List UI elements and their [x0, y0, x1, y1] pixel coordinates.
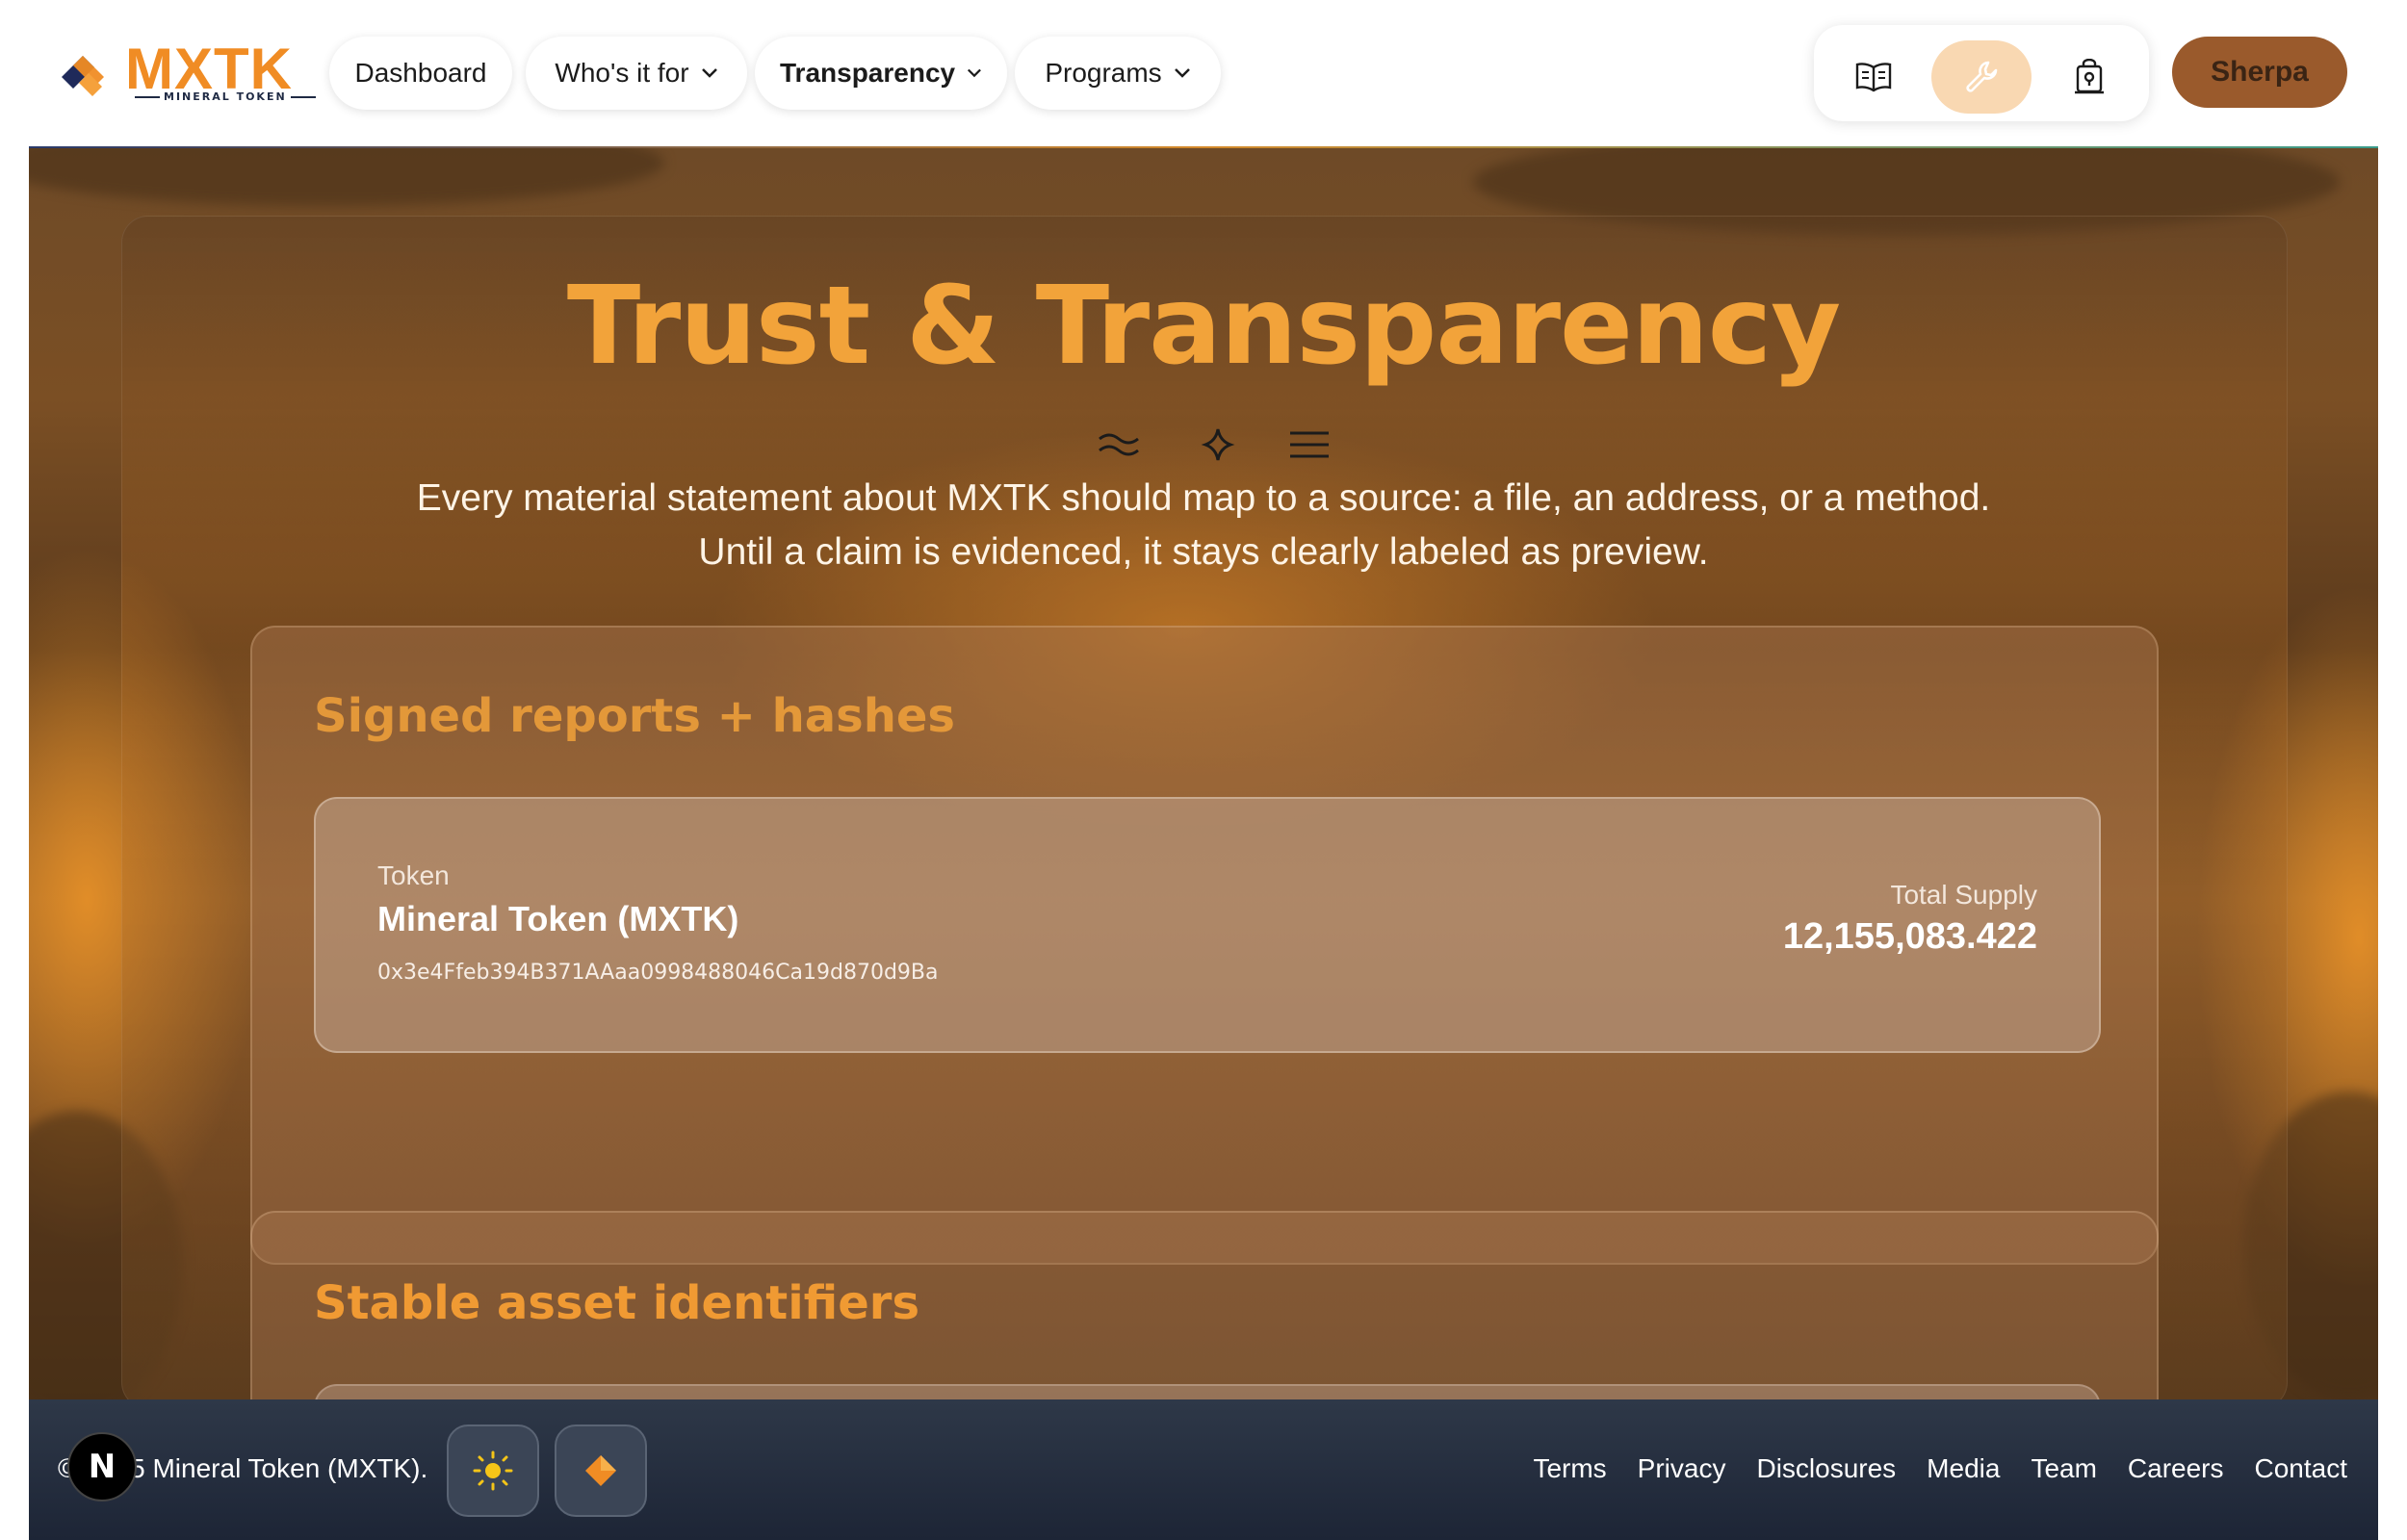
footer-link-media[interactable]: Media: [1927, 1453, 2000, 1484]
sherpa-button[interactable]: Sherpa: [2172, 37, 2347, 108]
mxtk-mode-button[interactable]: [555, 1424, 647, 1517]
diamond-icon: [585, 1455, 616, 1486]
total-supply-label: Total Supply: [1890, 880, 2037, 910]
vault-mode-button[interactable]: [2039, 40, 2139, 114]
nav-programs[interactable]: Programs: [1015, 37, 1221, 110]
site-header: MXTK MINERAL TOKEN Dashboard Who's it fo…: [0, 0, 2407, 148]
framework-badge[interactable]: N: [67, 1432, 137, 1502]
token-label: Token: [377, 860, 450, 890]
nav-whos-it-for[interactable]: Who's it for: [526, 37, 747, 110]
nav-dashboard[interactable]: Dashboard: [329, 37, 512, 110]
section-card-signed-reports: Signed reports + hashes Token Mineral To…: [250, 626, 2159, 1265]
wrench-icon: [1966, 61, 1998, 92]
waves-icon: [1099, 433, 1139, 456]
brand-logo[interactable]: MXTK MINERAL TOKEN: [58, 37, 298, 106]
nav-whos-it-for-label: Who's it for: [555, 58, 689, 88]
footer-link-team[interactable]: Team: [2031, 1453, 2096, 1484]
section-title: Stable asset identifiers: [314, 1276, 920, 1330]
theme-toggle-button[interactable]: [447, 1424, 539, 1517]
total-supply-value: 12,155,083.422: [1782, 916, 2037, 957]
nav-transparency-label: Transparency: [780, 58, 956, 88]
vault-icon: [2075, 59, 2104, 94]
nav-dashboard-label: Dashboard: [354, 58, 487, 88]
site-footer: © 2025 Mineral Token (MXTK). N Terms Pri…: [29, 1399, 2378, 1540]
tools-mode-button[interactable]: [1931, 40, 2032, 114]
footer-link-careers[interactable]: Careers: [2128, 1453, 2224, 1484]
section-card-stable-identifiers: Stable asset identifiers: [250, 1211, 2159, 1399]
identifier-card: [314, 1384, 2101, 1399]
footer-link-disclosures[interactable]: Disclosures: [1756, 1453, 1896, 1484]
footer-link-terms[interactable]: Terms: [1533, 1453, 1606, 1484]
token-name: Mineral Token (MXTK): [377, 899, 739, 938]
book-mode-button[interactable]: [1824, 40, 1924, 114]
nav-transparency[interactable]: Transparency: [755, 37, 1007, 110]
footer-link-contact[interactable]: Contact: [2255, 1453, 2348, 1484]
token-summary-card: Token Mineral Token (MXTK) 0x3e4Ffeb394B…: [314, 797, 2101, 1053]
chevron-down-icon: [968, 68, 982, 78]
sun-icon: [473, 1450, 513, 1491]
footer-links: Terms Privacy Disclosures Media Team Car…: [1533, 1453, 2347, 1484]
footer-link-privacy[interactable]: Privacy: [1638, 1453, 1726, 1484]
section-title: Signed reports + hashes: [314, 689, 955, 743]
brand-tagline: MINERAL TOKEN: [131, 90, 297, 103]
sparkle-icon: [1201, 428, 1235, 461]
rock-texture: [29, 148, 664, 206]
mode-toolbar: [1814, 25, 2149, 121]
layers-icon: [1290, 431, 1329, 458]
token-contract-address[interactable]: 0x3e4Ffeb394B371AAaa0998488046Ca19d870d9…: [377, 961, 939, 985]
chevron-down-icon: [701, 68, 717, 78]
page-title: Trust & Transparency: [566, 264, 1841, 389]
logo-diamond-icon: [62, 56, 104, 96]
book-open-icon: [1855, 63, 1892, 92]
chevron-down-icon: [1174, 68, 1190, 78]
hero-lead-text: Every material statement about MXTK shou…: [416, 477, 1991, 573]
nav-programs-label: Programs: [1045, 58, 1162, 88]
transparency-hero: Trust & Transparency Every material stat…: [29, 148, 2378, 1399]
title-ornaments: [1099, 428, 1329, 461]
